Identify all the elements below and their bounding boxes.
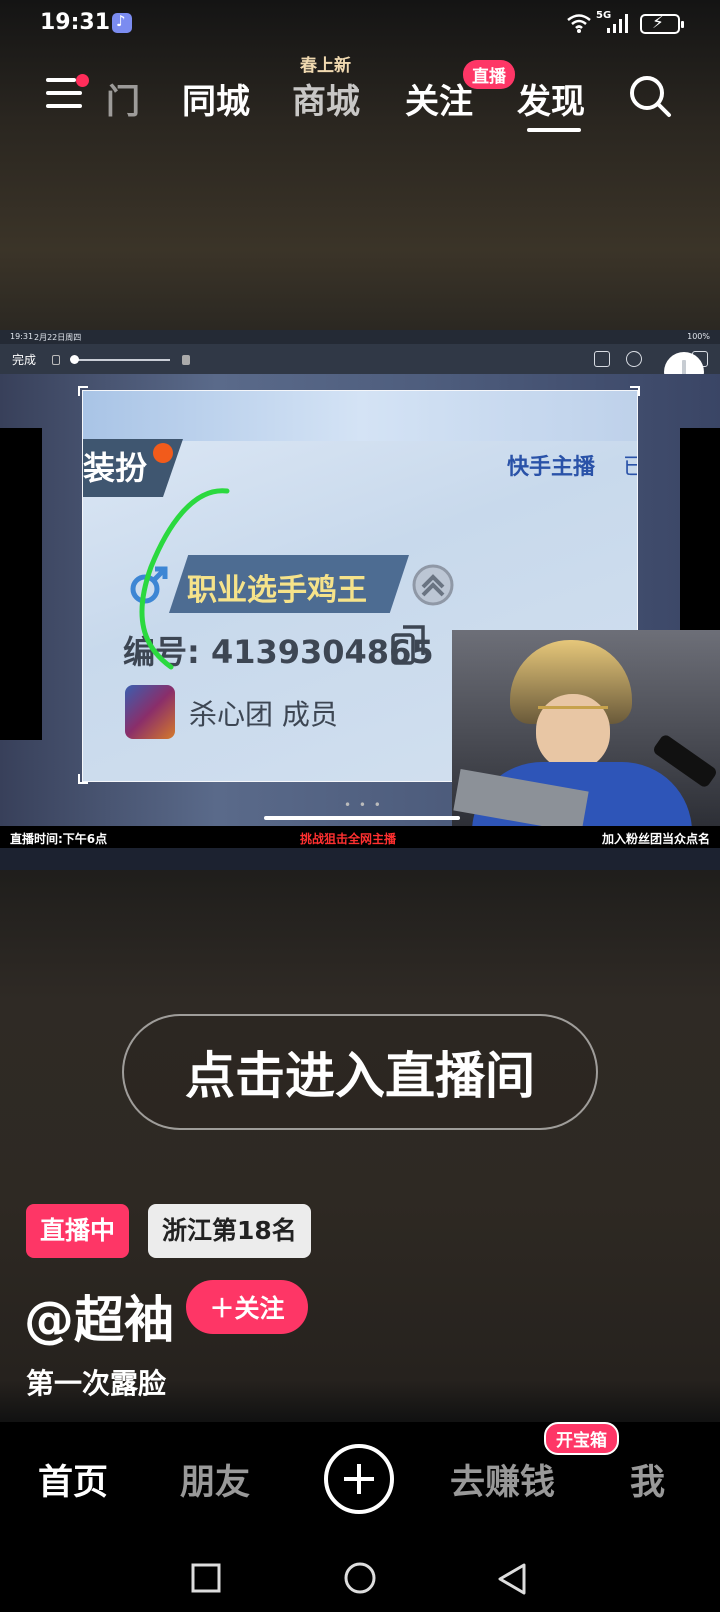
follow-live-badge: 直播 bbox=[463, 60, 515, 89]
caption-bar: 直播时间:下午6点 挑战狙击全网主播 加入粉丝团当众点名 bbox=[0, 826, 720, 848]
ipad-date: 2月22日周四 bbox=[34, 333, 82, 342]
crop-icon bbox=[594, 351, 610, 367]
system-nav-bar bbox=[0, 1540, 720, 1612]
circle-icon[interactable] bbox=[342, 1562, 378, 1598]
ipad-status-bar: 19:31 2月22日周四 100% bbox=[0, 330, 720, 344]
active-tab-indicator bbox=[527, 128, 581, 132]
tab-follow[interactable]: 关注 bbox=[405, 74, 473, 123]
ipad-time: 19:31 bbox=[10, 332, 34, 341]
stream-description: 第一次露脸 bbox=[26, 1367, 167, 1400]
follow-button[interactable]: ＋关注 bbox=[186, 1280, 308, 1334]
copy-icon bbox=[391, 625, 425, 665]
nav-earn[interactable]: 去赚钱 bbox=[450, 1454, 555, 1505]
rank-badge[interactable]: 浙江第18名 bbox=[148, 1204, 311, 1258]
plus-icon[interactable] bbox=[324, 1444, 394, 1514]
ipad-battery: 100% bbox=[687, 332, 710, 341]
status-bar: 19:31 5G ⚡ bbox=[0, 0, 720, 48]
anchor-label: 快手主播 bbox=[507, 455, 596, 480]
treasure-badge: 开宝箱 bbox=[544, 1422, 619, 1455]
slider-track bbox=[72, 359, 170, 361]
live-badge[interactable]: 直播中 bbox=[26, 1204, 130, 1258]
slider-max-icon bbox=[182, 355, 190, 365]
battery-icon: ⚡ bbox=[640, 13, 684, 34]
streamer-camera bbox=[452, 630, 720, 826]
card-header-strip bbox=[83, 391, 637, 441]
menu-notification-dot bbox=[76, 74, 89, 87]
anchor-label-tail: 已 bbox=[623, 449, 637, 481]
live-video-preview[interactable]: 19:31 2月22日周四 100% 完成 装扮 快手主播 已 职业选手鸡王 bbox=[0, 330, 720, 870]
dress-notification-dot bbox=[153, 443, 173, 463]
crop-handle bbox=[630, 386, 640, 396]
square-icon[interactable] bbox=[190, 1562, 222, 1594]
caption-middle: 挑战狙击全网主播 bbox=[300, 832, 397, 846]
tab-mall[interactable]: 商城 bbox=[292, 74, 360, 123]
tab-discover[interactable]: 发现 bbox=[517, 74, 585, 123]
search-icon[interactable] bbox=[628, 74, 672, 118]
status-time: 19:31 bbox=[40, 10, 111, 35]
markup-toolbar: 完成 bbox=[0, 344, 720, 374]
ipad-home-indicator bbox=[264, 816, 460, 820]
caption-left: 直播时间:下午6点 bbox=[10, 832, 108, 846]
signal-icon bbox=[607, 14, 628, 33]
guild-membership: 杀心团 成员 bbox=[189, 698, 338, 731]
markup-icon bbox=[626, 351, 642, 367]
letterbox-left bbox=[0, 428, 42, 740]
done-button: 完成 bbox=[12, 353, 37, 367]
rank-icon bbox=[412, 564, 454, 606]
crop-handle bbox=[78, 774, 88, 784]
mall-tag: 春上新 bbox=[300, 56, 351, 76]
slider-knob bbox=[70, 355, 79, 364]
nav-me[interactable]: 我 bbox=[630, 1454, 665, 1505]
bottom-nav: 首页 朋友 去赚钱 开宝箱 我 bbox=[0, 1422, 720, 1540]
wifi-icon bbox=[567, 14, 591, 33]
music-icon bbox=[112, 12, 132, 33]
enter-live-room-button[interactable]: 点击进入直播间 bbox=[122, 1014, 598, 1130]
slider-min-icon bbox=[52, 355, 60, 365]
tab-local[interactable]: 同城 bbox=[182, 74, 250, 123]
annotation-stroke bbox=[139, 488, 230, 670]
author-name[interactable]: @超袖 bbox=[24, 1280, 174, 1352]
nav-friends[interactable]: 朋友 bbox=[180, 1454, 250, 1505]
caption-right: 加入粉丝团当众点名 bbox=[601, 832, 710, 846]
tab-hot[interactable]: 门 bbox=[106, 74, 142, 123]
back-icon[interactable] bbox=[496, 1562, 528, 1598]
nav-home[interactable]: 首页 bbox=[38, 1454, 108, 1505]
crop-handle bbox=[78, 386, 88, 396]
page-dots: • • • bbox=[344, 798, 383, 812]
dress-label: 装扮 bbox=[83, 449, 148, 487]
